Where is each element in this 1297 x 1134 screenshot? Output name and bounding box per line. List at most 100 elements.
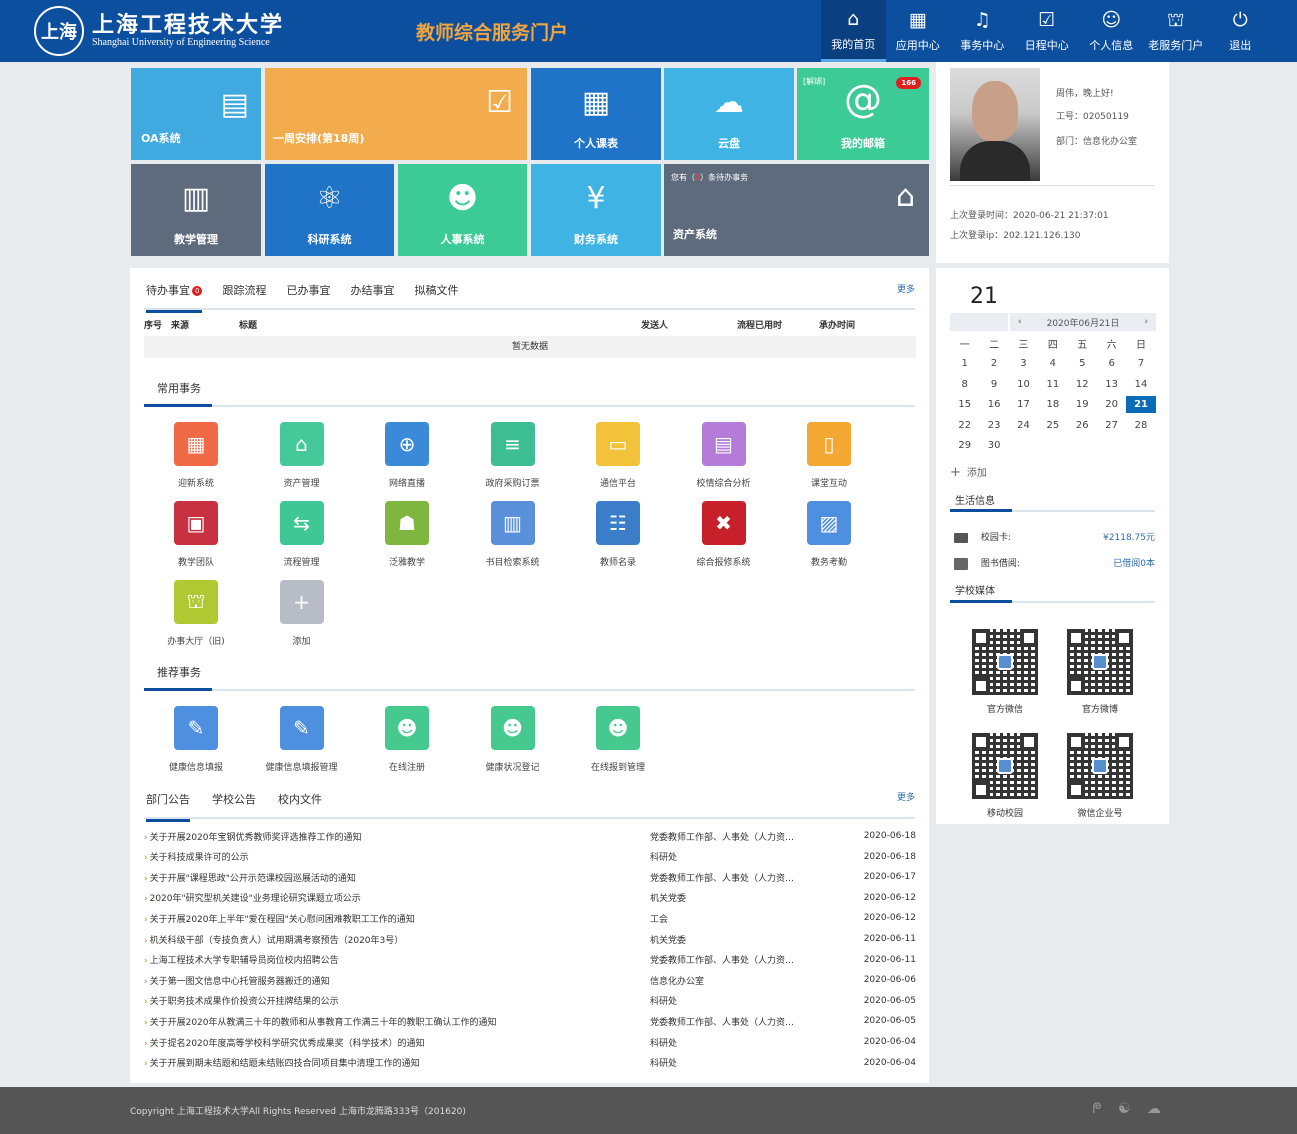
- library-row[interactable]: 图书借阅: 已借阅0本: [954, 556, 1155, 570]
- app-recommend-0[interactable]: ✎ 健康信息填报: [151, 706, 241, 773]
- calendar-header-left: [950, 313, 1008, 331]
- app-common-7[interactable]: ▣ 教学团队: [151, 501, 241, 568]
- app-common-0[interactable]: ▦ 迎新系统: [151, 422, 241, 489]
- social-icons[interactable]: ᖘ ☯ ☁: [1093, 1101, 1168, 1117]
- app-common-15[interactable]: + 添加: [257, 580, 347, 647]
- tile-research[interactable]: ⚛ 科研系统: [265, 164, 394, 256]
- todo-more-link[interactable]: 更多: [897, 282, 915, 295]
- notice-row[interactable]: › 关于开展到期未结题和结题未结账四技合同项目集中清理工作的通知 科研处 2020-0…: [144, 1053, 916, 1073]
- calendar-day-cell[interactable]: 9: [979, 379, 1008, 390]
- app-common-8[interactable]: ⇆ 流程管理: [257, 501, 347, 568]
- app-recommend-1[interactable]: ✎ 健康信息填报管理: [257, 706, 347, 773]
- notice-row[interactable]: › 关于开展2020年上半年"爱在程园"关心慰问困难教职工工作的通知 工会 2020-…: [144, 908, 916, 928]
- app-common-5[interactable]: ▤ 校情综合分析: [679, 422, 769, 489]
- calendar-add-button[interactable]: + 添加: [950, 464, 987, 480]
- notice-dept: 党委教师工作部、人事处（人力资…: [650, 956, 795, 967]
- tile-asset[interactable]: 您有（0）条待办事务 ⌂ 资产系统: [664, 164, 929, 256]
- app-common-9[interactable]: ☗ 泛雅教学: [362, 501, 452, 568]
- calendar-day-cell[interactable]: 17: [1009, 399, 1038, 410]
- tile-mail[interactable]: [解绑] 166 @ 我的邮箱: [797, 68, 929, 160]
- calendar-day-cell[interactable]: 21: [1126, 396, 1156, 414]
- school-logo[interactable]: 上海 上海工程技术大学 Shanghai University of Engin…: [34, 6, 284, 56]
- notice-date: 2020-06-12: [863, 913, 916, 924]
- calendar-day-cell[interactable]: 28: [1126, 420, 1155, 431]
- notice-row[interactable]: › 2020年"研究型机关建设"业务理论研究课题立项公示 机关党委 2020-06-1…: [144, 888, 916, 908]
- notice-row[interactable]: › 关于开展"课程思政"公开示范课校园巡展活动的通知 党委教师工作部、人事处（人力资…: [144, 867, 916, 887]
- app-common-3[interactable]: ≡ 政府采购订票: [468, 422, 558, 489]
- nav-item-5[interactable]: ⛫ 老服务门户: [1144, 0, 1209, 62]
- calendar-day-cell[interactable]: 25: [1038, 420, 1067, 431]
- calendar-day-cell[interactable]: 26: [1068, 420, 1097, 431]
- tile-finance[interactable]: ¥ 财务系统: [531, 164, 661, 256]
- notice-row[interactable]: › 关于职务技术成果作价投资公开挂牌结果的公示 科研处 2020-06-05: [144, 991, 916, 1011]
- app-common-14[interactable]: ⛫ 办事大厅（旧): [151, 580, 241, 647]
- calendar-day-cell[interactable]: 13: [1097, 379, 1126, 390]
- calendar-day-cell[interactable]: 19: [1068, 399, 1097, 410]
- nav-item-6[interactable]: ⏻ 退出: [1208, 0, 1273, 62]
- notice-row[interactable]: › 机关科级干部（专技负责人）试用期满考察预告（2020年3号） 机关党委 2020-…: [144, 929, 916, 949]
- calendar-day-cell[interactable]: 1: [950, 358, 979, 369]
- home-icon: ⌂: [847, 7, 860, 30]
- calendar-day-cell[interactable]: 6: [1097, 358, 1126, 369]
- calendar-day-cell[interactable]: 22: [950, 420, 979, 431]
- calendar-day-cell[interactable]: 24: [1009, 420, 1038, 431]
- calendar-day-cell[interactable]: 4: [1038, 358, 1067, 369]
- notice-title: 关于开展2020年上半年"爱在程园"关心慰问困难教职工工作的通知: [149, 914, 415, 925]
- calendar-day-cell[interactable]: 29: [950, 440, 979, 451]
- app-icon: ☻: [596, 706, 640, 750]
- notice-more-link[interactable]: 更多: [897, 790, 915, 803]
- tile-week-schedule[interactable]: ☑ 一周安排(第18周): [265, 68, 527, 160]
- notice-row[interactable]: › 上海工程技术大学专职辅导员岗位校内招聘公告 党委教师工作部、人事处（人力资… 20…: [144, 950, 916, 970]
- calendar-day-cell[interactable]: 18: [1038, 399, 1067, 410]
- app-common-11[interactable]: ☷ 教师名录: [573, 501, 663, 568]
- calendar-day-cell[interactable]: 30: [979, 440, 1008, 451]
- app-common-4[interactable]: ▭ 通信平台: [573, 422, 663, 489]
- todo-empty-row: 暂无数据: [144, 336, 916, 358]
- calendar-day-cell[interactable]: 11: [1038, 379, 1067, 390]
- app-recommend-3[interactable]: ☻ 健康状况登记: [468, 706, 558, 773]
- chevron-right-icon: ›: [144, 976, 148, 987]
- nav-item-3[interactable]: ☑ 日程中心: [1015, 0, 1080, 62]
- calendar-day-cell[interactable]: 23: [979, 420, 1008, 431]
- app-common-10[interactable]: ▥ 书目检索系统: [468, 501, 558, 568]
- app-common-12[interactable]: ✖ 综合报修系统: [679, 501, 769, 568]
- nav-item-0[interactable]: ⌂ 我的首页: [821, 0, 886, 62]
- app-common-13[interactable]: ▨ 教务考勤: [784, 501, 874, 568]
- notice-row[interactable]: › 关于第一图文信息中心托管服务器搬迁的通知 信息化办公室 2020-06-06: [144, 970, 916, 990]
- app-label: 迎新系统: [177, 479, 214, 489]
- notice-row[interactable]: › 关于开展2020年从教满三十年的教师和从事教育工作满三十年的教职工确认工作的通…: [144, 1011, 916, 1031]
- calendar-day-cell[interactable]: 3: [1009, 358, 1038, 369]
- app-common-1[interactable]: ⌂ 资产管理: [257, 422, 347, 489]
- calendar-day-cell[interactable]: 27: [1097, 420, 1126, 431]
- calendar-day-cell[interactable]: 2: [979, 358, 1008, 369]
- calendar-day-cell[interactable]: 10: [1009, 379, 1038, 390]
- campus-card-row[interactable]: 校园卡: ¥2118.75元: [954, 530, 1155, 543]
- notice-row[interactable]: › 关于科技成果许可的公示 科研处 2020-06-18: [144, 847, 916, 867]
- calendar-day-cell[interactable]: 14: [1126, 379, 1155, 390]
- app-recommend-4[interactable]: ☻ 在线报到管理: [573, 706, 663, 773]
- nav-item-1[interactable]: ▦ 应用中心: [886, 0, 951, 62]
- calendar-day-cell[interactable]: 20: [1097, 399, 1126, 410]
- calendar-day-cell[interactable]: 7: [1126, 358, 1155, 369]
- calendar-next-button[interactable]: ›: [1144, 317, 1148, 327]
- app-icon: ▤: [701, 422, 746, 466]
- app-label: 资产管理: [283, 479, 320, 489]
- tile-timetable[interactable]: ▦ 个人课表: [531, 68, 661, 160]
- app-common-2[interactable]: ⊕ 网络直播: [362, 422, 452, 489]
- calendar-day-cell[interactable]: 5: [1068, 358, 1097, 369]
- tile-hr[interactable]: ☻ 人事系统: [398, 164, 527, 256]
- notice-row[interactable]: › 关于提名2020年度高等学校科学研究优秀成果奖（科学技术）的通知 科研处 2020…: [144, 1032, 916, 1052]
- nav-item-2[interactable]: ♫ 事务中心: [950, 0, 1015, 62]
- calendar-day-cell[interactable]: 12: [1068, 379, 1097, 390]
- calendar-day-cell[interactable]: 8: [950, 379, 979, 390]
- app-recommend-2[interactable]: ☻ 在线注册: [362, 706, 452, 773]
- tile-oa[interactable]: ▤ OA系统: [131, 68, 261, 160]
- calendar-day-cell[interactable]: 15: [950, 399, 979, 410]
- nav-item-4[interactable]: ☺ 个人信息: [1079, 0, 1144, 62]
- app-common-6[interactable]: ▯ 课堂互动: [784, 422, 874, 489]
- tile-cloud[interactable]: ☁ 云盘: [664, 68, 794, 160]
- calendar-day-cell[interactable]: 16: [979, 399, 1008, 410]
- calendar-prev-button[interactable]: ‹: [1018, 317, 1022, 327]
- notice-row[interactable]: › 关于开展2020年宝钢优秀教师奖评选推荐工作的通知 党委教师工作部、人事处（人力…: [144, 826, 916, 846]
- tile-teaching[interactable]: ▥ 教学管理: [131, 164, 261, 256]
